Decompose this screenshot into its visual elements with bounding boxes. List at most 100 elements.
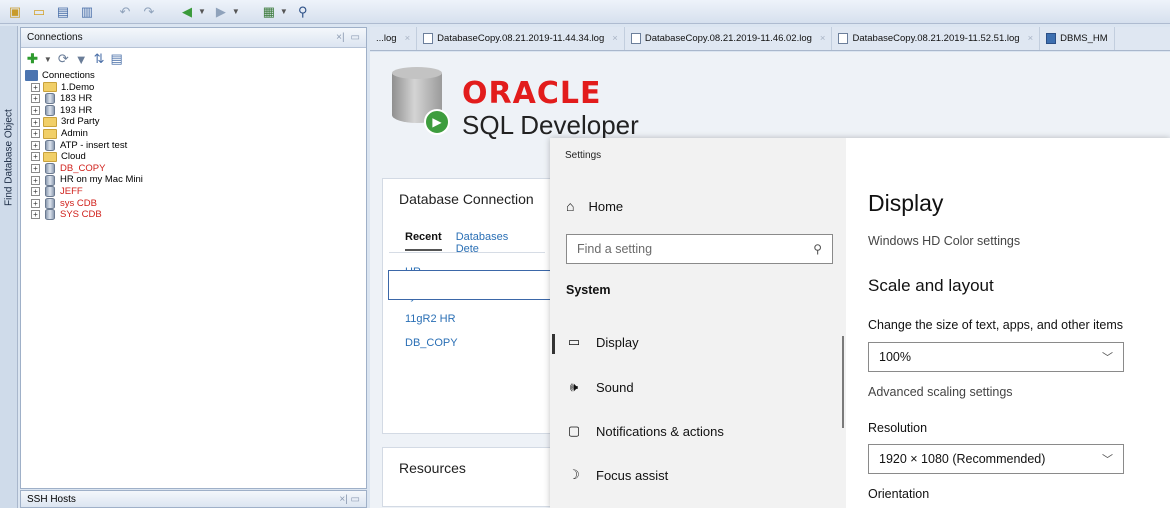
add-connection-icon[interactable]: ✚ — [27, 51, 38, 67]
moon-icon: ☽ — [568, 467, 580, 482]
connection-item[interactable]: + ATP - insert test — [25, 140, 366, 152]
connection-item-label: Cloud — [61, 151, 86, 163]
editor-tab-label: DBMS_HM — [1060, 33, 1108, 44]
forward-dropdown-icon[interactable]: ▼ — [232, 7, 240, 16]
minimize-icon[interactable]: ×| — [336, 32, 344, 43]
redo-icon[interactable]: ↷ — [140, 3, 158, 21]
database-connection-title: Database Connection — [399, 191, 534, 207]
database-icon — [45, 93, 55, 105]
connection-item[interactable]: + SYS CDB — [25, 209, 366, 221]
oracle-logo-text: ORACLE — [462, 76, 602, 111]
nav-item-label: Sound — [596, 379, 634, 395]
chevron-down-icon: ﹀ — [1102, 352, 1113, 364]
expand-icon[interactable]: + — [31, 129, 40, 139]
save-all-icon[interactable]: ▥ — [78, 3, 96, 21]
close-tab-icon[interactable]: × — [820, 33, 826, 44]
scale-dropdown[interactable]: 100% ﹀ — [868, 342, 1124, 372]
log-file-icon — [423, 33, 434, 44]
speaker-icon: 🕪 — [569, 379, 579, 394]
sql-worksheet-icon[interactable]: ▦ — [260, 3, 278, 21]
nav-scrollbar[interactable] — [842, 336, 844, 428]
refresh-icon[interactable]: ⟳ — [58, 51, 69, 67]
editor-tab[interactable]: DatabaseCopy.08.21.2019-11.46.02.log × — [625, 27, 833, 50]
expand-icon[interactable]: + — [31, 164, 40, 174]
connection-item[interactable]: + Admin — [25, 128, 366, 140]
connection-item[interactable]: + Cloud — [25, 151, 366, 163]
restore-icon[interactable]: ▭ — [351, 32, 360, 43]
resolution-dropdown[interactable]: 1920 × 1080 (Recommended) ﹀ — [868, 444, 1124, 474]
nav-item-label: Display — [596, 334, 639, 350]
expand-icon[interactable]: + — [31, 210, 40, 220]
add-dropdown-icon[interactable]: ▼ — [44, 55, 52, 64]
close-tab-icon[interactable]: × — [612, 33, 618, 44]
editor-tab[interactable]: DatabaseCopy.08.21.2019-11.52.51.log × — [832, 27, 1041, 50]
tab-recent[interactable]: Recent — [405, 231, 442, 251]
find-db-object-icon[interactable]: ⚲ — [294, 3, 312, 21]
tab-databases-detected[interactable]: Databases Dete — [456, 231, 529, 255]
expand-icon[interactable]: + — [31, 198, 40, 208]
database-connection-card: Database Connection Recent Databases Det… — [382, 178, 552, 434]
connection-item[interactable]: +183 HR — [25, 93, 366, 105]
open-icon[interactable]: ▭ — [30, 3, 48, 21]
connection-item[interactable]: + HR on my Mac Mini — [25, 174, 366, 186]
nav-item[interactable]: ▢ Notifications & actions — [566, 423, 724, 439]
expand-icon[interactable]: + — [31, 175, 40, 185]
connection-filter-input[interactable] — [388, 270, 558, 300]
connection-item[interactable]: +193 HR — [25, 105, 366, 117]
connection-item[interactable]: + JEFF — [25, 186, 366, 198]
save-icon[interactable]: ▤ — [54, 3, 72, 21]
close-tab-icon[interactable]: × — [1028, 33, 1034, 44]
database-icon — [45, 139, 55, 151]
expand-icon[interactable]: + — [31, 140, 40, 150]
forward-icon[interactable]: ▶ — [212, 3, 230, 21]
connection-item[interactable]: +1.Demo — [25, 82, 366, 94]
schema-browser-icon[interactable]: ▤ — [111, 51, 123, 67]
connection-item-label: SYS CDB — [60, 209, 102, 221]
advanced-scaling-link[interactable]: Advanced scaling settings — [868, 385, 1013, 399]
nav-item[interactable]: ▭ Display — [566, 334, 639, 350]
hd-color-link[interactable]: Windows HD Color settings — [868, 234, 1020, 248]
package-icon — [1046, 33, 1057, 44]
new-icon[interactable]: ▣ — [6, 3, 24, 21]
back-dropdown-icon[interactable]: ▼ — [198, 7, 206, 16]
expand-icon[interactable]: + — [31, 152, 40, 162]
sql-dropdown-icon[interactable]: ▼ — [280, 7, 288, 16]
connections-root[interactable]: Connections — [25, 70, 366, 82]
settings-search-input[interactable]: Find a setting ⚲ — [566, 234, 833, 264]
ssh-panel-controls[interactable]: ×| ▭ — [339, 494, 360, 505]
connection-item[interactable]: +3rd Party — [25, 116, 366, 128]
connection-item[interactable]: + sys CDB — [25, 198, 366, 210]
recent-connection-link[interactable]: DB_COPY — [405, 332, 529, 356]
expand-icon[interactable]: + — [31, 94, 40, 104]
connection-item-label: 3rd Party — [61, 116, 100, 128]
connection-item-label: Admin — [61, 128, 88, 140]
expand-icon[interactable]: + — [31, 117, 40, 127]
connection-item[interactable]: + DB_COPY — [25, 163, 366, 175]
nav-home[interactable]: ⌂ Home — [566, 198, 623, 214]
connection-item-label: ATP - insert test — [60, 139, 128, 151]
database-icon — [45, 163, 55, 175]
folder-icon — [43, 151, 57, 162]
import-icon[interactable]: ⇅ — [94, 51, 105, 67]
recent-connection-link[interactable]: 11gR2 HR — [405, 308, 529, 332]
nav-item[interactable]: 🕪 Sound — [566, 379, 634, 395]
expand-icon[interactable]: + — [31, 82, 40, 92]
find-database-object-tab[interactable]: Find Database Object — [1, 86, 17, 206]
expand-icon[interactable]: + — [31, 106, 40, 116]
editor-tab[interactable]: DatabaseCopy.08.21.2019-11.44.34.log × — [417, 27, 625, 50]
selected-indicator — [552, 334, 555, 354]
nav-item[interactable]: ☽ Focus assist — [566, 467, 668, 483]
expand-icon[interactable]: + — [31, 187, 40, 197]
resources-title: Resources — [399, 460, 466, 476]
editor-tab[interactable]: ...log × — [370, 27, 418, 50]
ssh-hosts-panel[interactable]: SSH Hosts ×| ▭ — [20, 490, 367, 508]
close-tab-icon[interactable]: × — [405, 33, 411, 44]
editor-tab[interactable]: DBMS_HM — [1040, 27, 1115, 50]
filter-icon[interactable]: ▼ — [75, 52, 88, 67]
undo-icon[interactable]: ↶ — [116, 3, 134, 21]
display-settings-pane: Display Windows HD Color settings Scale … — [846, 138, 1170, 508]
back-icon[interactable]: ◀ — [178, 3, 196, 21]
connections-panel-header: Connections ×| ▭ — [21, 28, 366, 48]
connections-panel-title: Connections — [27, 32, 83, 43]
editor-tab-label: DatabaseCopy.08.21.2019-11.46.02.log — [644, 33, 812, 44]
